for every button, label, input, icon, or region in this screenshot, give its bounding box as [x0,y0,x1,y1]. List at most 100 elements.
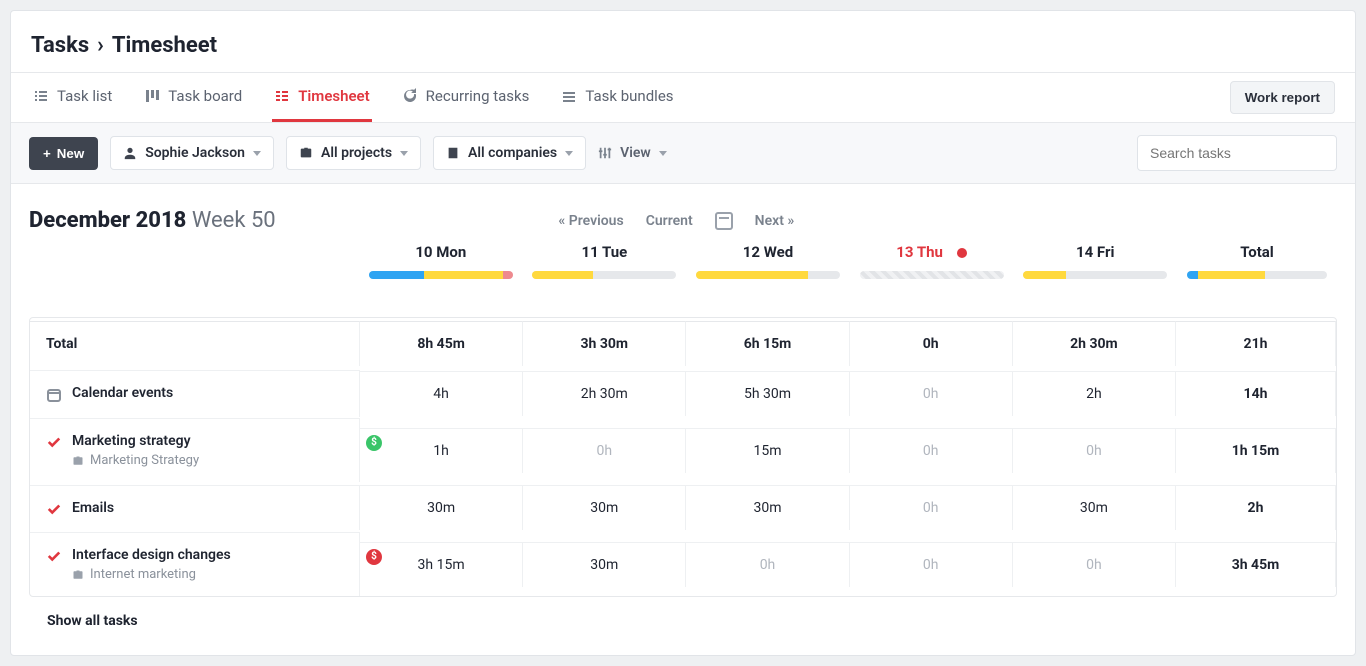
list-icon [33,88,49,104]
user-icon [123,146,137,160]
tab-label: Task board [168,87,242,105]
task-title[interactable]: Marketing strategy [72,433,199,449]
day-bar [1023,271,1167,279]
cell[interactable]: 3h 30m [523,321,686,366]
new-button[interactable]: + New [29,137,98,170]
day-header-row: 10 Mon 11 Tue 12 Wed 13 Thu [29,233,1337,287]
cell[interactable]: 30m [523,485,686,530]
day-wed: 12 Wed [686,243,850,279]
task-title[interactable]: Calendar events [72,385,173,401]
day-label: 13 Thu [850,243,1014,261]
tab-recurring[interactable]: Recurring tasks [400,73,532,122]
day-bar [369,271,513,279]
totals-label: Total [30,321,360,366]
toolbar: + New Sophie Jackson All projects All co… [11,123,1355,184]
cell-total: 3h 45m [1176,542,1336,587]
cell[interactable]: 0h [1013,428,1176,473]
briefcase-icon [299,146,313,160]
search-input[interactable] [1137,135,1337,171]
cell[interactable]: 5h 30m [686,371,849,416]
user-filter-label: Sophie Jackson [145,145,245,161]
day-bar [1187,271,1328,279]
cell[interactable]: 0h [850,428,1013,473]
cell[interactable]: 0h [1013,542,1176,587]
project-filter-label: All projects [321,145,392,161]
cell[interactable]: 30m [523,542,686,587]
tab-task-list[interactable]: Task list [31,73,114,122]
cell[interactable]: $ 3h 15m [360,542,523,587]
cell[interactable]: 4h [360,371,523,416]
cell[interactable]: 2h 30m [1013,321,1176,366]
company-filter[interactable]: All companies [433,136,586,170]
period-month: December 2018 [29,208,186,233]
breadcrumb-current: Timesheet [112,33,217,58]
cell[interactable]: 0h [686,542,849,587]
tab-label: Recurring tasks [426,87,530,105]
chevron-down-icon [659,151,667,156]
day-thu: 13 Thu [850,243,1014,279]
task-title[interactable]: Interface design changes [72,547,231,563]
bundles-icon [561,88,577,104]
cell[interactable]: 30m [1013,485,1176,530]
timesheet-icon [274,88,290,104]
calendar-icon[interactable] [715,212,733,230]
view-filter[interactable]: View [598,145,667,161]
cell[interactable]: 30m [360,485,523,530]
timesheet-grid: Total 8h 45m 3h 30m 6h 15m 0h 2h 30m 21h… [29,317,1337,597]
sliders-icon [598,146,612,160]
cell-total: 1h 15m [1176,428,1336,473]
cell[interactable]: 0h [850,542,1013,587]
day-label: Total [1177,243,1337,261]
breadcrumb-parent[interactable]: Tasks [31,33,89,58]
briefcase-icon [72,455,84,467]
plus-icon: + [43,146,51,161]
cell[interactable]: 2h [1013,371,1176,416]
cell[interactable]: 15m [686,428,849,473]
cell-total: 2h [1176,485,1336,530]
tab-label: Task list [57,87,112,105]
day-fri: 14 Fri [1013,243,1177,279]
chevron-down-icon [565,151,573,156]
cell[interactable]: 0h [850,371,1013,416]
cell[interactable]: $ 1h [360,428,523,473]
breadcrumb: Tasks › Timesheet [11,11,1355,73]
task-title[interactable]: Emails [72,500,114,516]
calendar-icon [46,387,62,403]
pager: « Previous Current Next » [294,212,1059,230]
pager-prev[interactable]: « Previous [558,213,623,229]
pager-next[interactable]: Next » [755,213,795,229]
breadcrumb-separator: › [97,33,104,58]
cell[interactable]: 6h 15m [686,321,849,366]
day-bar [860,271,1004,279]
work-report-button[interactable]: Work report [1230,81,1335,114]
content: December 2018 Week 50 « Previous Current… [11,184,1355,655]
check-icon [46,435,62,449]
view-label: View [620,145,651,161]
building-icon [446,146,460,160]
day-label: 14 Fri [1013,243,1177,261]
tab-task-board[interactable]: Task board [142,73,244,122]
recurring-icon [402,88,418,104]
task-project[interactable]: Internet marketing [72,567,231,582]
check-icon [46,502,62,516]
table-row: Emails 30m 30m 30m 0h 30m 2h [30,482,1336,532]
cell[interactable]: 2h 30m [523,371,686,416]
billable-badge-icon: $ [366,435,382,451]
cell[interactable]: 0h [850,321,1013,366]
cell[interactable]: 30m [686,485,849,530]
tab-bundles[interactable]: Task bundles [559,73,675,122]
tabs: Task list Task board Timesheet Recurring… [11,73,1355,123]
cell[interactable]: 8h 45m [360,321,523,366]
show-all-tasks[interactable]: Show all tasks [29,597,1337,645]
tab-timesheet[interactable]: Timesheet [272,73,371,122]
cell[interactable]: 0h [850,485,1013,530]
totals-row: Total 8h 45m 3h 30m 6h 15m 0h 2h 30m 21h [30,318,1336,368]
task-project[interactable]: Marketing Strategy [72,453,199,468]
cell-total: 21h [1176,321,1336,366]
cell[interactable]: 0h [523,428,686,473]
period-week: Week 50 [192,208,276,233]
day-label: 10 Mon [359,243,523,261]
user-filter[interactable]: Sophie Jackson [110,136,274,170]
project-filter[interactable]: All projects [286,136,421,170]
pager-current[interactable]: Current [646,213,693,229]
